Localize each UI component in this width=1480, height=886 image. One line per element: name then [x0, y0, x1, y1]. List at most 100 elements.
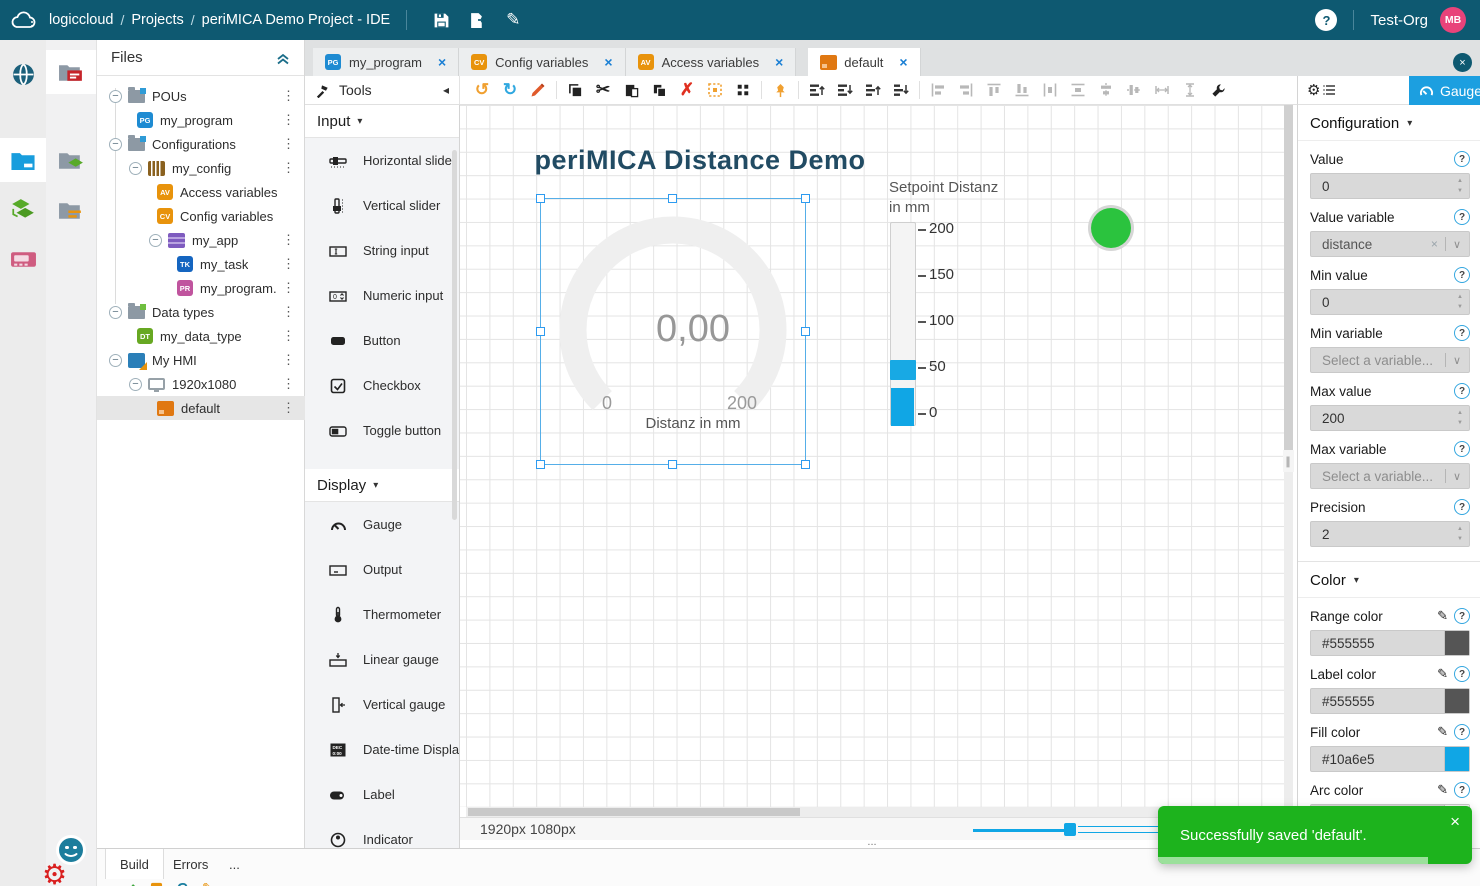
collapse-icon[interactable]: −: [129, 378, 142, 391]
tree-item-my-data-type[interactable]: DT my_data_type ⋮: [97, 324, 305, 348]
tab-more[interactable]: ...: [215, 849, 254, 879]
collapse-panel-icon[interactable]: [276, 51, 290, 65]
toast-close-icon[interactable]: ×: [1450, 812, 1460, 832]
range-color-input[interactable]: #555555: [1310, 630, 1470, 656]
tree-item-config-variables[interactable]: CV Config variables: [97, 204, 305, 228]
org-name[interactable]: Test-Org: [1370, 12, 1428, 29]
item-menu-icon[interactable]: ⋮: [282, 376, 295, 392]
clear-icon[interactable]: ×: [1431, 237, 1438, 251]
edit-color-icon[interactable]: ✎: [1437, 782, 1448, 798]
color-swatch[interactable]: [1444, 689, 1469, 713]
resize-handle-n[interactable]: [668, 194, 677, 203]
resize-handle-e[interactable]: [801, 327, 810, 336]
tab-close-icon[interactable]: ×: [899, 54, 907, 70]
vscroll-thumb[interactable]: [1284, 105, 1293, 455]
item-menu-icon[interactable]: ⋮: [282, 232, 295, 248]
palette-item-thermometer[interactable]: Thermometer: [305, 592, 459, 637]
color-swatch[interactable]: [1444, 631, 1469, 655]
tree-item-data-types[interactable]: − Data types ⋮: [97, 300, 305, 324]
item-menu-icon[interactable]: ⋮: [282, 136, 295, 152]
configuration-section-header[interactable]: Configuration▾: [1298, 105, 1480, 141]
max-variable-select[interactable]: Select a variable... ∨: [1310, 463, 1470, 489]
collapse-icon[interactable]: −: [149, 234, 162, 247]
help-icon[interactable]: ?: [1315, 9, 1337, 31]
palette-scrollbar[interactable]: [452, 150, 457, 520]
resize-handle-s[interactable]: [668, 460, 677, 469]
breadcrumb-projects[interactable]: Projects: [131, 12, 183, 28]
help-icon[interactable]: ?: [1454, 325, 1470, 341]
spinner-icon[interactable]: ▲▼: [1457, 408, 1463, 428]
palette-item-output[interactable]: Output: [305, 547, 459, 592]
files-rail-icon[interactable]: [0, 138, 46, 182]
wrench-icon[interactable]: [1204, 77, 1232, 103]
match-height-icon[interactable]: [1176, 77, 1204, 103]
tree-item-my-program[interactable]: PG my_program ⋮: [97, 108, 305, 132]
device-icon[interactable]: [0, 238, 46, 282]
align-left-icon[interactable]: [924, 77, 952, 103]
tab-close-icon[interactable]: ×: [438, 54, 446, 70]
item-menu-icon[interactable]: ⋮: [282, 280, 295, 296]
send-backward-icon[interactable]: [887, 77, 915, 103]
tab-close-icon[interactable]: ×: [775, 54, 783, 70]
tree-item-access-variables[interactable]: AV Access variables: [97, 180, 305, 204]
palette-item-gauge[interactable]: Gauge: [305, 502, 459, 547]
item-menu-icon[interactable]: ⋮: [282, 304, 295, 320]
settings-gear-icon[interactable]: ⚙: [42, 858, 67, 886]
folder-deploy-icon[interactable]: [46, 138, 96, 182]
tree-item-my-program-instance[interactable]: PR my_program. ⋮: [97, 276, 305, 300]
color-section-header[interactable]: Color▾: [1298, 562, 1480, 598]
slider-handle[interactable]: [890, 360, 916, 380]
folder-variables-icon[interactable]: [46, 188, 96, 232]
palette-section-input[interactable]: Input▾: [305, 105, 459, 138]
selected-widget-chip[interactable]: Gauge: [1409, 76, 1480, 105]
select-chevron-icon[interactable]: ∨: [1453, 238, 1461, 251]
resize-handle-sw[interactable]: [536, 460, 545, 469]
tab-close-icon[interactable]: ×: [604, 54, 612, 70]
select-chevron-icon[interactable]: ∨: [1453, 354, 1461, 367]
dots-grid-icon[interactable]: [729, 77, 757, 103]
tree-item-my-app[interactable]: − my_app ⋮: [97, 228, 305, 252]
help-icon[interactable]: ?: [1454, 209, 1470, 225]
match-width-icon[interactable]: [1148, 77, 1176, 103]
select-chevron-icon[interactable]: ∨: [1453, 470, 1461, 483]
tree-item-configurations[interactable]: − Configurations ⋮: [97, 132, 305, 156]
collapse-icon[interactable]: −: [129, 162, 142, 175]
canvas-title-label[interactable]: periMICA Distance Demo: [525, 145, 875, 176]
help-icon[interactable]: ?: [1454, 608, 1470, 624]
spinner-icon[interactable]: ▲▼: [1457, 524, 1463, 544]
distribute-horizontal-icon[interactable]: [1036, 77, 1064, 103]
center-vertical-icon[interactable]: [1120, 77, 1148, 103]
help-icon[interactable]: ?: [1454, 499, 1470, 515]
item-menu-icon[interactable]: ⋮: [282, 400, 295, 416]
paste-icon[interactable]: [617, 77, 645, 103]
zoom-slider-handle[interactable]: [1064, 823, 1076, 836]
design-canvas[interactable]: periMICA Distance Demo 0,00 0 200 Distan…: [460, 105, 1284, 807]
pin-icon[interactable]: [766, 77, 794, 103]
delete-icon[interactable]: ✗: [673, 77, 701, 103]
align-bottom-icon[interactable]: [1008, 77, 1036, 103]
collapse-icon[interactable]: −: [109, 354, 122, 367]
grid-snap-icon[interactable]: [701, 77, 729, 103]
palette-item-vertical-slider[interactable]: Vertical slider: [305, 183, 459, 228]
distribute-vertical-icon[interactable]: [1064, 77, 1092, 103]
palette-item-numeric-input[interactable]: 0 Numeric input: [305, 273, 459, 318]
collapse-tools-icon[interactable]: ◂: [443, 83, 449, 97]
align-top-icon[interactable]: [980, 77, 1008, 103]
edit-color-icon[interactable]: ✎: [1437, 666, 1448, 682]
collapse-icon[interactable]: −: [109, 306, 122, 319]
avatar[interactable]: MB: [1440, 7, 1466, 33]
close-all-tabs-button[interactable]: ×: [1453, 53, 1472, 72]
palette-item-checkbox[interactable]: Checkbox: [305, 363, 459, 408]
help-icon[interactable]: ?: [1454, 441, 1470, 457]
value-variable-select[interactable]: distance ×∨: [1310, 231, 1470, 257]
palette-item-horizontal-slider[interactable]: Horizontal slider: [305, 138, 459, 183]
help-icon[interactable]: ?: [1454, 666, 1470, 682]
item-menu-icon[interactable]: ⋮: [282, 256, 295, 272]
item-menu-icon[interactable]: ⋮: [282, 160, 295, 176]
bring-forward-icon[interactable]: [859, 77, 887, 103]
resize-handle-nw[interactable]: [536, 194, 545, 203]
edit-color-icon[interactable]: ✎: [1437, 724, 1448, 740]
palette-item-datetime-display[interactable]: DEC0:00 Date-time Displa: [305, 727, 459, 772]
bring-to-front-icon[interactable]: [803, 77, 831, 103]
label-color-input[interactable]: #555555: [1310, 688, 1470, 714]
